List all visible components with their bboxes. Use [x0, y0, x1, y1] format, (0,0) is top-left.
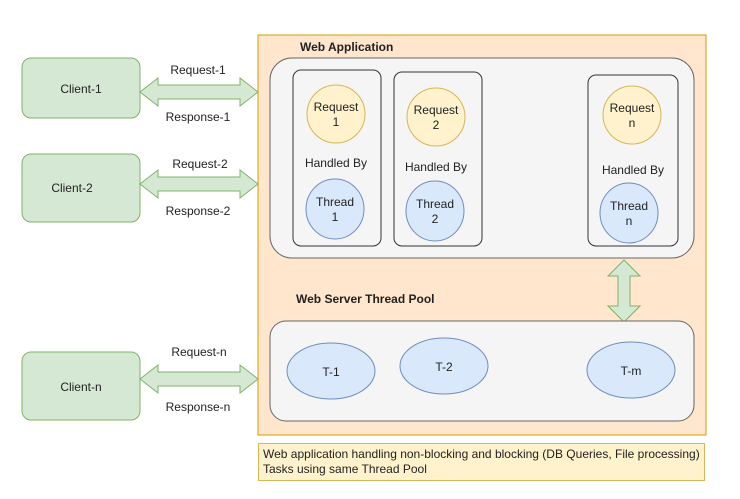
- handler-2: Request 2 Handled By Thread 2: [393, 71, 483, 247]
- thread-n-node: [599, 182, 659, 244]
- thread-2-node: [405, 180, 465, 242]
- request-n-label: Request: [610, 101, 655, 115]
- thread-pool-title: Web Server Thread Pool: [296, 292, 435, 306]
- thread-1-number: 1: [332, 210, 339, 224]
- request-1-node: [306, 84, 366, 144]
- handler-n: Request n Handled By Thread n: [587, 74, 679, 247]
- web-app-title: Web Application: [300, 40, 393, 54]
- thread-1-node: [305, 178, 365, 240]
- caption-note: Web application handling non-blocking an…: [258, 443, 705, 481]
- client-2-double-arrow: [139, 168, 259, 200]
- request-1-text: Request-1: [170, 63, 226, 77]
- client-1-double-arrow: [139, 76, 259, 108]
- handled-by-n: Handled By: [602, 163, 664, 177]
- request-2-node: [406, 87, 466, 147]
- diagram-canvas: Web Application Request 1 Handled By Thr…: [21, 34, 707, 436]
- pool-thread-tm-label: T-m: [621, 364, 642, 378]
- client-2-label: Client-2: [51, 181, 93, 195]
- pool-thread-t1-label: T-1: [322, 365, 340, 379]
- request-1-label: Request: [314, 100, 359, 114]
- request-2-number: 2: [433, 118, 440, 132]
- handled-by-2: Handled By: [405, 160, 467, 174]
- thread-1-label: Thread: [316, 195, 354, 209]
- request-n-node: [602, 85, 662, 145]
- response-n-text: Response-n: [166, 400, 231, 414]
- response-1-text: Response-1: [166, 110, 231, 124]
- client-n-double-arrow: [139, 363, 259, 395]
- handler-1: Request 1 Handled By Thread 1: [292, 69, 382, 247]
- request-1-number: 1: [333, 115, 340, 129]
- thread-2-number: 2: [432, 212, 439, 226]
- response-2-text: Response-2: [166, 204, 231, 218]
- thread-n-label: Thread: [610, 199, 648, 213]
- pool-thread-t2-label: T-2: [435, 360, 453, 374]
- client-1-label: Client-1: [60, 82, 102, 96]
- request-2-text: Request-2: [172, 157, 228, 171]
- thread-2-label: Thread: [416, 197, 454, 211]
- request-2-label: Request: [414, 103, 459, 117]
- request-n-number: n: [629, 116, 636, 130]
- handled-by-1: Handled By: [305, 156, 367, 170]
- request-n-text: Request-n: [171, 345, 226, 359]
- client-n-label: Client-n: [60, 380, 101, 394]
- thread-n-number: n: [626, 214, 633, 228]
